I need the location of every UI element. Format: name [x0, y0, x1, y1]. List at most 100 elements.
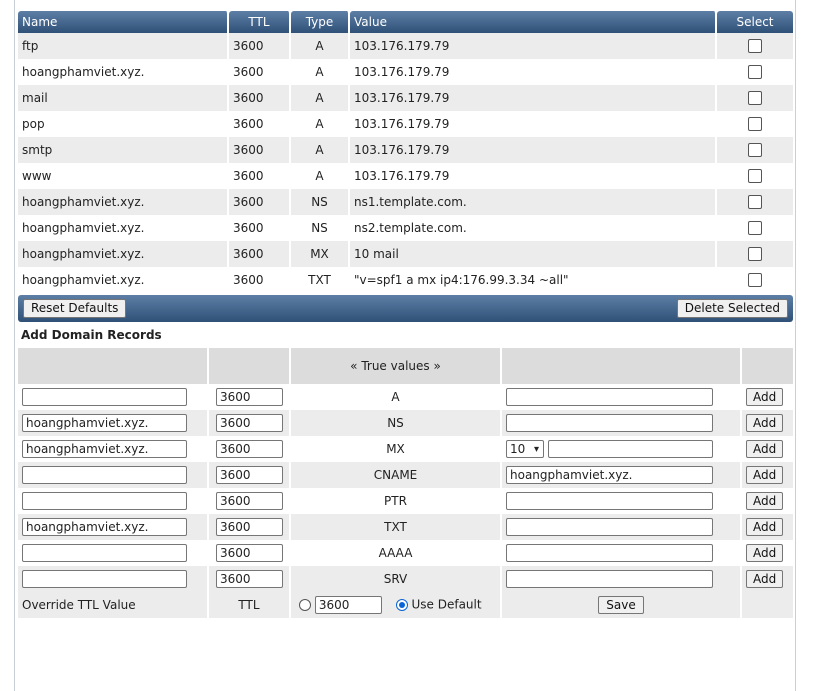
- record-select-cell: [717, 267, 793, 293]
- mx-priority-select[interactable]: 10 ▾: [506, 440, 544, 458]
- add-record-name-input[interactable]: [22, 570, 187, 588]
- add-record-ttl-input[interactable]: 3600: [216, 466, 283, 484]
- record-select-checkbox[interactable]: [748, 195, 762, 210]
- header-ttl[interactable]: TTL: [229, 11, 291, 33]
- record-value: 103.176.179.79: [350, 85, 717, 111]
- custom-ttl-radio[interactable]: [299, 599, 311, 611]
- add-record-row-ns: hoangphamviet.xyz. 3600 NS Add: [18, 410, 793, 436]
- record-value: 103.176.179.79: [350, 111, 717, 137]
- add-record-button-cell: Add: [742, 540, 793, 566]
- reset-defaults-button[interactable]: Reset Defaults: [23, 299, 127, 318]
- add-record-row-a: 3600 A Add: [18, 384, 793, 410]
- add-record-type: A: [291, 384, 502, 410]
- add-record-button-cell: Add: [742, 410, 793, 436]
- add-records-body: 3600 A Add hoangphamviet.xyz. 3600 NS Add hoang…: [18, 384, 793, 592]
- add-record-name-input[interactable]: [22, 466, 187, 484]
- record-ttl: 3600: [229, 215, 291, 241]
- add-record-value-input[interactable]: [506, 388, 713, 406]
- record-select-checkbox[interactable]: [748, 143, 762, 158]
- add-record-ttl-input[interactable]: 3600: [216, 518, 283, 536]
- record-value: "v=spf1 a mx ip4:176.99.3.34 ~all": [350, 267, 717, 293]
- add-record-value-cell: hoangphamviet.xyz.: [502, 462, 742, 488]
- record-value: 103.176.179.79: [350, 163, 717, 189]
- add-record-ttl-input[interactable]: 3600: [216, 414, 283, 432]
- record-name: hoangphamviet.xyz.: [18, 267, 229, 293]
- add-record-name-input[interactable]: [22, 544, 187, 562]
- record-select-checkbox[interactable]: [748, 169, 762, 184]
- record-select-checkbox[interactable]: [748, 247, 762, 262]
- header-value[interactable]: Value: [350, 11, 717, 33]
- add-record-type: MX: [291, 436, 502, 462]
- delete-selected-button[interactable]: Delete Selected: [676, 299, 788, 318]
- record-row: hoangphamviet.xyz. 3600 TXT "v=spf1 a mx ip…: [18, 267, 793, 293]
- add-record-ttl-input[interactable]: 3600: [216, 440, 283, 458]
- add-record-name-cell: hoangphamviet.xyz.: [18, 514, 209, 540]
- record-name: hoangphamviet.xyz.: [18, 189, 229, 215]
- record-type: NS: [291, 215, 350, 241]
- record-ttl: 3600: [229, 163, 291, 189]
- add-record-value-input[interactable]: [547, 440, 713, 458]
- header-type[interactable]: Type: [291, 11, 350, 33]
- record-ttl: 3600: [229, 59, 291, 85]
- add-record-name-cell: [18, 540, 209, 566]
- add-record-ttl-cell: 3600: [209, 436, 291, 462]
- add-record-button[interactable]: Add: [746, 414, 784, 432]
- add-record-name-input[interactable]: [22, 492, 187, 510]
- record-name: pop: [18, 111, 229, 137]
- override-ttl-ttl-label: TTL: [209, 592, 291, 618]
- record-row: smtp 3600 A 103.176.179.79: [18, 137, 793, 163]
- add-record-ttl-input[interactable]: 3600: [216, 492, 283, 510]
- record-row: pop 3600 A 103.176.179.79: [18, 111, 793, 137]
- add-record-button[interactable]: Add: [746, 518, 784, 536]
- add-record-ttl-input[interactable]: 3600: [216, 388, 283, 406]
- record-select-cell: [717, 85, 793, 111]
- record-type: A: [291, 111, 350, 137]
- add-record-button-cell: Add: [742, 436, 793, 462]
- add-record-name-input[interactable]: hoangphamviet.xyz.: [22, 518, 187, 536]
- record-select-cell: [717, 189, 793, 215]
- add-record-value-input[interactable]: [506, 544, 713, 562]
- header-name[interactable]: Name: [18, 11, 229, 33]
- record-value: 103.176.179.79: [350, 59, 717, 85]
- record-select-checkbox[interactable]: [748, 39, 762, 54]
- record-select-checkbox[interactable]: [748, 91, 762, 106]
- add-record-name-input[interactable]: hoangphamviet.xyz.: [22, 440, 187, 458]
- add-record-button-cell: Add: [742, 462, 793, 488]
- record-select-checkbox[interactable]: [748, 117, 762, 132]
- add-record-type: PTR: [291, 488, 502, 514]
- add-record-row-cname: 3600 CNAME hoangphamviet.xyz. Add: [18, 462, 793, 488]
- add-record-value-input[interactable]: [506, 492, 713, 510]
- record-select-checkbox[interactable]: [748, 221, 762, 236]
- record-ttl: 3600: [229, 111, 291, 137]
- record-select-checkbox[interactable]: [748, 65, 762, 80]
- add-record-button[interactable]: Add: [746, 492, 784, 510]
- override-ttl-controls: 3600 Use Default: [291, 592, 502, 618]
- add-record-button[interactable]: Add: [746, 466, 784, 484]
- record-type: A: [291, 137, 350, 163]
- true-values-label: « True values »: [291, 348, 502, 384]
- add-record-value-input[interactable]: [506, 518, 713, 536]
- save-button[interactable]: Save: [598, 596, 644, 614]
- use-default-radio[interactable]: [395, 599, 408, 611]
- add-record-row-txt: hoangphamviet.xyz. 3600 TXT Add: [18, 514, 793, 540]
- add-record-button[interactable]: Add: [746, 544, 784, 562]
- add-record-value-cell: [502, 410, 742, 436]
- record-select-checkbox[interactable]: [748, 273, 762, 288]
- override-ttl-input[interactable]: 3600: [314, 596, 382, 614]
- add-record-ttl-input[interactable]: 3600: [216, 544, 283, 562]
- add-record-name-input[interactable]: hoangphamviet.xyz.: [22, 414, 187, 432]
- add-record-button[interactable]: Add: [746, 440, 784, 458]
- add-record-ttl-input[interactable]: 3600: [216, 570, 283, 588]
- add-record-ttl-cell: 3600: [209, 462, 291, 488]
- add-record-ttl-cell: 3600: [209, 566, 291, 592]
- add-record-value-cell: [502, 540, 742, 566]
- add-record-value-input[interactable]: [506, 414, 713, 432]
- add-record-button[interactable]: Add: [746, 570, 784, 588]
- add-record-name-input[interactable]: [22, 388, 187, 406]
- add-record-value-input[interactable]: [506, 570, 713, 588]
- add-record-value-input[interactable]: hoangphamviet.xyz.: [506, 466, 713, 484]
- add-records-title: Add Domain Records: [21, 328, 162, 342]
- add-record-button[interactable]: Add: [746, 388, 784, 406]
- record-select-cell: [717, 33, 793, 59]
- record-name: hoangphamviet.xyz.: [18, 241, 229, 267]
